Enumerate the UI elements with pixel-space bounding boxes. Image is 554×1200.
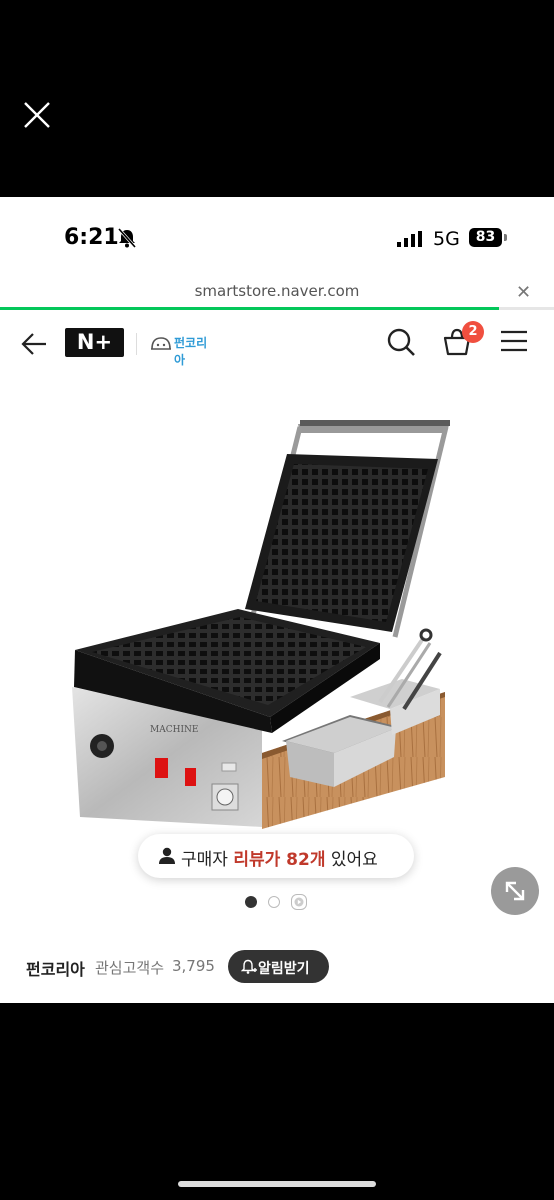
store-logo-icon bbox=[151, 337, 171, 350]
store-logo-text: 펀코리아 bbox=[174, 336, 208, 367]
cart-count-badge: 2 bbox=[462, 321, 484, 343]
close-icon[interactable] bbox=[22, 100, 52, 130]
store-name[interactable]: 펀코리아 bbox=[26, 956, 85, 980]
review-pill-text: 구매자 리뷰가 82개 있어요 bbox=[181, 845, 378, 870]
home-indicator[interactable] bbox=[178, 1181, 376, 1187]
network-type: 5G bbox=[433, 228, 460, 250]
battery-level: 83 bbox=[469, 228, 502, 247]
review-pill-highlight: 리뷰가 82개 bbox=[233, 850, 326, 870]
fans-label: 관심고객수 bbox=[95, 959, 165, 977]
close-tab-icon[interactable]: ✕ bbox=[516, 282, 531, 303]
carousel-dot-1[interactable] bbox=[245, 896, 257, 908]
menu-icon[interactable] bbox=[500, 330, 528, 352]
review-pill-suffix: 있어요 bbox=[325, 850, 378, 870]
alarm-button-label: 알림받기 bbox=[258, 961, 310, 977]
store-logo[interactable]: 펀코리아 bbox=[150, 334, 216, 367]
product-image[interactable]: MACHINE bbox=[0, 397, 554, 837]
muted-bell-icon bbox=[117, 228, 137, 248]
review-count-pill[interactable]: 구매자 리뷰가 82개 있어요 bbox=[138, 834, 414, 878]
person-icon bbox=[159, 847, 175, 864]
play-icon bbox=[294, 897, 304, 907]
signal-icon bbox=[397, 231, 422, 247]
machine-plate-text: MACHINE bbox=[150, 725, 198, 735]
expand-image-button[interactable] bbox=[491, 867, 539, 915]
expand-icon bbox=[505, 881, 525, 901]
carousel-dot-video[interactable] bbox=[291, 894, 307, 910]
back-arrow-icon[interactable] bbox=[20, 332, 48, 356]
naver-plus-logo[interactable]: N+ bbox=[65, 328, 124, 357]
review-pill-prefix: 구매자 bbox=[181, 850, 234, 870]
url-text[interactable]: smartstore.naver.com bbox=[0, 282, 554, 300]
battery-icon bbox=[504, 234, 507, 241]
alarm-subscribe-button[interactable]: 알림받기 bbox=[228, 950, 329, 983]
fans-count: 3,795 bbox=[172, 957, 215, 975]
header-divider bbox=[136, 333, 137, 355]
status-time: 6:21 bbox=[64, 225, 119, 250]
load-progress-bar bbox=[0, 307, 554, 310]
load-progress-fill bbox=[0, 307, 499, 310]
bell-plus-icon bbox=[241, 959, 257, 974]
search-icon[interactable] bbox=[386, 327, 416, 357]
carousel-dot-2[interactable] bbox=[268, 896, 280, 908]
screenshot-panel: 6:21 5G 83 smartstore.naver.com ✕ N+ 펀코리… bbox=[0, 197, 554, 1003]
